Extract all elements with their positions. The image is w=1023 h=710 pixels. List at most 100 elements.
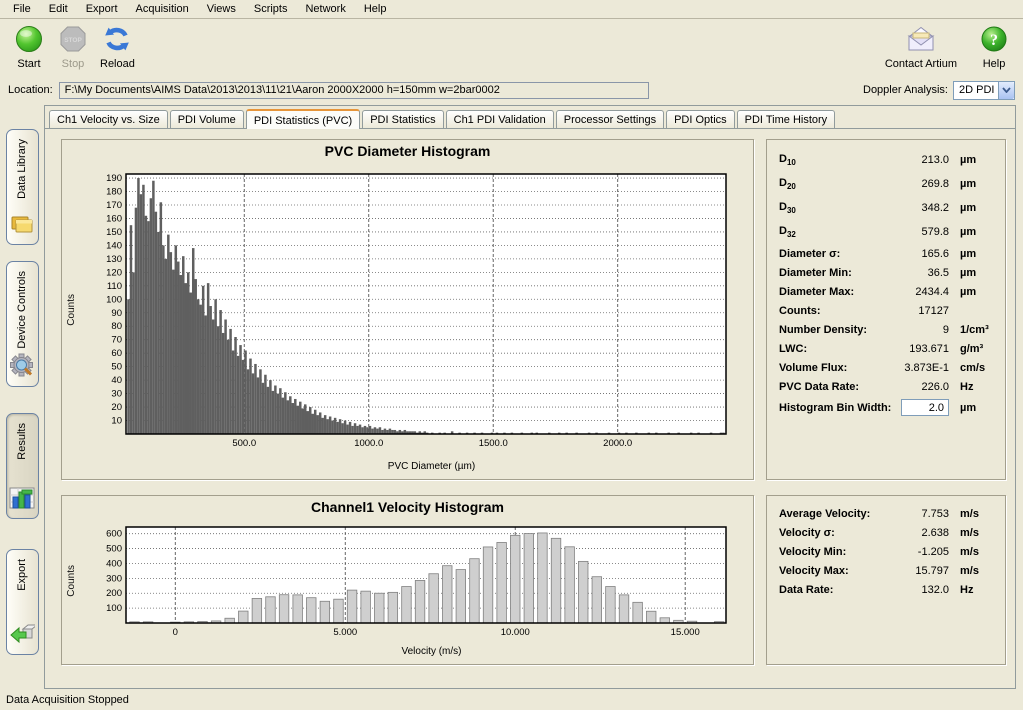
- stat-label: Velocity Min:: [779, 546, 885, 558]
- stop-label: Stop: [62, 58, 85, 70]
- stat-unit: µm: [949, 248, 993, 260]
- menu-acquisition[interactable]: Acquisition: [127, 1, 198, 17]
- stat-label: D10: [779, 153, 885, 167]
- start-icon: [14, 23, 44, 55]
- contact-artium-button[interactable]: Contact Artium: [885, 23, 957, 70]
- help-button[interactable]: ? Help: [977, 23, 1011, 70]
- velocity-chart-body: Counts 10020030040050060005.00010.00015.…: [66, 515, 749, 646]
- start-label: Start: [17, 58, 40, 70]
- stat-row: Diameter σ:165.6µm: [779, 244, 993, 263]
- chevron-down-icon[interactable]: [998, 82, 1014, 99]
- velocity-stats-panel: Average Velocity:7.753m/sVelocity σ:2.63…: [766, 495, 1006, 665]
- stat-row: Velocity Max:15.797m/s: [779, 561, 993, 580]
- tab-processor-settings[interactable]: Processor Settings: [556, 110, 664, 128]
- stat-unit: µm: [949, 226, 993, 238]
- stat-value: 213.0: [885, 154, 949, 166]
- stat-value: 579.8: [885, 226, 949, 238]
- tab-ch1-velocity-vs-size[interactable]: Ch1 Velocity vs. Size: [49, 110, 168, 128]
- sidebar-item-label: Export: [16, 559, 28, 591]
- stat-unit: 1/cm³: [949, 324, 993, 336]
- stat-value: 165.6: [885, 248, 949, 260]
- sidebar-item-data-library[interactable]: Data Library: [6, 129, 39, 245]
- stat-label: Counts:: [779, 305, 885, 317]
- reload-icon: [102, 23, 132, 55]
- pvc-chart-xlabel: PVC Diameter (µm): [66, 461, 749, 476]
- toolbar: Start STOP Stop Reload: [0, 19, 1023, 79]
- pvc-chart-ylabel: Counts: [66, 294, 82, 326]
- svg-text:90: 90: [111, 308, 122, 319]
- svg-text:0: 0: [173, 627, 178, 638]
- stat-value: 17127: [885, 305, 949, 317]
- help-icon: ?: [979, 23, 1009, 55]
- tab-pdi-time-history[interactable]: PDI Time History: [737, 110, 836, 128]
- tab-content: PVC Diameter Histogram Counts 1020304050…: [45, 129, 1015, 688]
- svg-text:1000.0: 1000.0: [354, 438, 383, 449]
- stat-unit: Hz: [949, 381, 993, 393]
- stat-label: Data Rate:: [779, 584, 885, 596]
- sidebar-item-label: Device Controls: [16, 271, 28, 349]
- sidebar-item-export[interactable]: Export: [6, 549, 39, 655]
- stat-label: Diameter Min:: [779, 267, 885, 279]
- stat-unit: µm: [949, 202, 993, 214]
- velocity-chart-xlabel: Velocity (m/s): [66, 646, 749, 661]
- bar-chart-icon: [9, 487, 35, 512]
- stat-row: Average Velocity:7.753m/s: [779, 504, 993, 523]
- sidebar-item-device-controls[interactable]: Device Controls: [6, 261, 39, 387]
- tab-pdi-optics[interactable]: PDI Optics: [666, 110, 735, 128]
- help-label: Help: [983, 58, 1006, 70]
- stat-label: D30: [779, 201, 885, 215]
- stat-row: D10213.0µm: [779, 148, 993, 172]
- tab-ch1-pdi-validation[interactable]: Ch1 PDI Validation: [446, 110, 554, 128]
- stat-value: 7.753: [885, 508, 949, 520]
- svg-text:170: 170: [106, 200, 122, 211]
- svg-text:120: 120: [106, 267, 122, 278]
- stat-unit: µm: [949, 286, 993, 298]
- stat-row: D32579.8µm: [779, 220, 993, 244]
- doppler-select[interactable]: 2D PDI: [953, 81, 1015, 100]
- bin-width-input[interactable]: [901, 399, 949, 416]
- stat-label: PVC Data Rate:: [779, 381, 885, 393]
- menu-export[interactable]: Export: [77, 1, 127, 17]
- stat-unit: cm/s: [949, 362, 993, 374]
- pvc-stats-panel: D10213.0µmD20269.8µmD30348.2µmD32579.8µm…: [766, 139, 1006, 480]
- menu-file[interactable]: File: [4, 1, 40, 17]
- stat-row: LWC:193.671g/m³: [779, 339, 993, 358]
- sidebar-item-results[interactable]: Results: [6, 413, 39, 519]
- tab-pdi-statistics[interactable]: PDI Statistics: [362, 110, 443, 128]
- svg-text:2000.0: 2000.0: [603, 438, 632, 449]
- stat-row: Diameter Max:2434.4µm: [779, 282, 993, 301]
- menu-edit[interactable]: Edit: [40, 1, 77, 17]
- stat-label: Diameter Max:: [779, 286, 885, 298]
- location-label: Location:: [8, 84, 53, 96]
- stop-button[interactable]: STOP Stop: [56, 23, 90, 79]
- reload-button[interactable]: Reload: [100, 23, 135, 79]
- start-button[interactable]: Start: [12, 23, 46, 79]
- status-text: Data Acquisition Stopped: [6, 694, 129, 706]
- stat-label: Number Density:: [779, 324, 885, 336]
- tab-pdi-statistics-pvc-[interactable]: PDI Statistics (PVC): [246, 109, 360, 129]
- svg-text:150: 150: [106, 227, 122, 238]
- menu-help[interactable]: Help: [355, 1, 396, 17]
- menu-network[interactable]: Network: [296, 1, 354, 17]
- svg-text:80: 80: [111, 321, 122, 332]
- svg-text:30: 30: [111, 389, 122, 400]
- stat-value: 226.0: [885, 381, 949, 393]
- doppler-analysis: Doppler Analysis: 2D PDI: [863, 81, 1015, 100]
- stat-unit: m/s: [949, 546, 993, 558]
- velocity-chart-ylabel: Counts: [66, 565, 82, 597]
- svg-text:100: 100: [106, 603, 122, 614]
- stat-value: 3.873E-1: [885, 362, 949, 374]
- svg-text:?: ?: [990, 32, 998, 49]
- toolbar-right: Contact Artium ? Help: [885, 23, 1011, 70]
- stat-label: LWC:: [779, 343, 885, 355]
- velocity-histogram: 10020030040050060005.00010.00015.000: [82, 522, 732, 640]
- location-field[interactable]: F:\My Documents\AIMS Data\2013\2013\11\2…: [59, 82, 649, 99]
- svg-text:200: 200: [106, 588, 122, 599]
- menu-bar: FileEditExportAcquisitionViewsScriptsNet…: [0, 0, 1023, 19]
- stat-row: Data Rate:132.0Hz: [779, 580, 993, 599]
- stat-unit: g/m³: [949, 343, 993, 355]
- tab-pdi-volume[interactable]: PDI Volume: [170, 110, 244, 128]
- menu-views[interactable]: Views: [198, 1, 245, 17]
- stat-value: 2434.4: [885, 286, 949, 298]
- menu-scripts[interactable]: Scripts: [245, 1, 297, 17]
